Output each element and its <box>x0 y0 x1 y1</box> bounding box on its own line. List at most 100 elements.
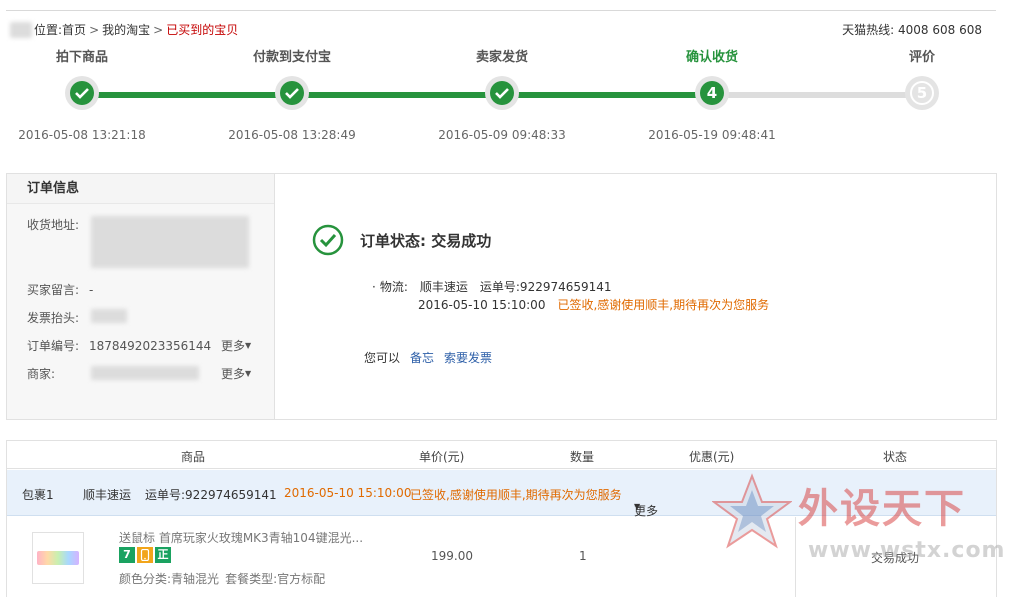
actions-label: 您可以 <box>364 351 401 365</box>
mobile-icon-badge[interactable] <box>137 547 153 563</box>
breadcrumb-current[interactable]: 已买到的宝贝 <box>166 21 238 38</box>
product-attributes: 颜色分类:青轴混光 套餐类型:官方标配 <box>119 570 325 587</box>
caret-down-icon: ▼ <box>634 502 641 511</box>
header-status: 状态 <box>883 450 908 464</box>
header-qty: 数量 <box>570 450 595 464</box>
package-carrier: 顺丰速运 <box>83 488 132 502</box>
carrier-name: 顺丰速运 <box>419 280 468 294</box>
logistics-latest: 2016-05-10 15:10:00 已签收,感谢使用顺丰,期待再次为您服务 <box>418 296 769 313</box>
order-status-section: 订单状态: 交易成功 · 物流: 顺丰速运 运单号:922974659141 2016… <box>276 174 996 419</box>
blurred-invoice <box>91 309 127 323</box>
goods-table: 商品 单价(元) 数量 优惠(元) 状态 包裹1 顺丰速运 运单号:922974… <box>6 440 997 597</box>
status-divider <box>795 517 796 597</box>
caret-down-icon: ▼ <box>245 341 252 350</box>
step-circle <box>275 76 309 110</box>
breadcrumb-separator: > <box>153 22 164 37</box>
step-label: 付款到支付宝 <box>252 50 331 65</box>
product-price: 199.00 <box>431 549 473 563</box>
header-goods: 商品 <box>181 450 206 464</box>
success-check-icon <box>312 224 344 256</box>
logistics-label: 物流: <box>379 280 408 294</box>
step-label: 卖家发货 <box>475 50 528 65</box>
progress-track-done <box>82 92 712 98</box>
buyer-message-label: 买家留言: <box>27 283 80 297</box>
order-progress: 拍下商品 付款到支付宝 卖家发货 确认收货 4 评价 5 2016-05-08 … <box>0 48 1010 148</box>
step-time: 2016-05-08 13:28:49 <box>228 128 356 142</box>
seller-row: 商家: <box>27 365 89 382</box>
blurred-prefix <box>10 21 32 38</box>
bullet-icon: · <box>372 280 376 294</box>
invoice-row: 发票抬头: <box>27 309 89 326</box>
order-no-label: 订单编号: <box>27 339 80 353</box>
attr-set-label: 套餐类型: <box>225 572 278 586</box>
attr-color-label: 颜色分类: <box>119 572 172 586</box>
request-invoice-link[interactable]: 索要发票 <box>444 351 492 365</box>
actions-row: 您可以 备忘 索要发票 <box>364 349 492 366</box>
order-status-text: 订单状态: 交易成功 <box>360 232 492 250</box>
check-icon <box>495 88 509 99</box>
attr-set-value: 官方标配 <box>277 572 326 586</box>
package-name: 包裹1 <box>22 488 54 502</box>
breadcrumb: 位置: 首页 > 我的淘宝 > 已买到的宝贝 <box>10 21 238 38</box>
step-confirm: 确认收货 4 <box>632 48 792 110</box>
logistics-row: · 物流: 顺丰速运 运单号:922974659141 <box>372 278 612 295</box>
order-panel: 订单信息 收货地址: 买家留言: - 发票抬头: 订单编号: 18784920233… <box>6 173 997 420</box>
step-circle: 5 <box>905 76 939 110</box>
seller-label: 商家: <box>27 367 56 381</box>
address-row: 收货地址: <box>27 216 89 233</box>
seven-day-return-badge[interactable]: 7 <box>119 547 135 563</box>
keyboard-image <box>37 551 79 565</box>
order-info-section: 订单信息 收货地址: 买家留言: - 发票抬头: 订单编号: 18784920233… <box>7 174 275 419</box>
buyer-message-value: - <box>89 283 94 297</box>
header-discount: 优惠(元) <box>689 450 735 464</box>
header-price: 单价(元) <box>419 450 465 464</box>
step-label: 评价 <box>908 50 935 65</box>
service-badges: 7 正 <box>119 547 173 563</box>
breadcrumb-prefix: 位置: <box>34 23 63 37</box>
product-title[interactable]: 送鼠标 首席玩家火玫瑰MK3青轴104键混光... <box>119 529 363 546</box>
attr-color-value: 青轴混光 <box>171 572 220 586</box>
logistics-time: 2016-05-10 15:10:00 <box>418 298 546 312</box>
step-circle <box>65 76 99 110</box>
step-label: 拍下商品 <box>55 50 108 65</box>
order-more-link[interactable]: 更多▼ <box>221 337 251 354</box>
order-no-row: 订单编号: 1878492023356144 <box>27 337 211 354</box>
genuine-badge[interactable]: 正 <box>155 547 171 563</box>
package-tracking: 运单号:922974659141 <box>145 488 277 502</box>
more-label: 更多 <box>221 367 246 381</box>
check-icon <box>75 88 89 99</box>
package-time: 2016-05-10 15:10:00 <box>284 486 412 500</box>
note-link[interactable]: 备忘 <box>410 351 434 365</box>
breadcrumb-separator: > <box>89 22 100 37</box>
package-row: 包裹1 顺丰速运 运单号:922974659141 2016-05-10 15:… <box>7 470 996 518</box>
more-label: 更多 <box>221 339 246 353</box>
seller-more-link[interactable]: 更多▼ <box>221 365 251 382</box>
breadcrumb-my-taobao[interactable]: 我的淘宝 <box>102 21 150 38</box>
tracking-number: 运单号:922974659141 <box>479 280 612 294</box>
product-thumbnail[interactable] <box>32 532 84 584</box>
step-review: 评价 5 <box>842 48 1002 110</box>
top-divider <box>6 10 996 11</box>
step-number: 5 <box>910 81 934 105</box>
caret-down-icon: ▼ <box>245 369 252 378</box>
package-message: 已签收,感谢使用顺丰,期待再次为您服务 <box>410 488 622 502</box>
product-status: 交易成功 <box>871 551 920 565</box>
step-time: 2016-05-19 09:48:41 <box>648 128 776 142</box>
step-place-order: 拍下商品 <box>2 48 162 110</box>
logistics-message: 已签收,感谢使用顺丰,期待再次为您服务 <box>557 298 770 312</box>
breadcrumb-home[interactable]: 首页 <box>62 21 86 38</box>
blurred-seller <box>91 366 199 380</box>
step-number: 4 <box>700 81 724 105</box>
table-row: 送鼠标 首席玩家火玫瑰MK3青轴104键混光... 7 正 颜色分类:青轴混光套… <box>7 517 996 597</box>
step-pay: 付款到支付宝 <box>212 48 372 110</box>
order-info-title: 订单信息 <box>7 174 274 204</box>
hotline-text: 天猫热线: 4008 608 608 <box>842 23 982 37</box>
step-time: 2016-05-08 13:21:18 <box>18 128 146 142</box>
order-no-value: 1878492023356144 <box>89 339 212 353</box>
step-circle <box>485 76 519 110</box>
phone-icon <box>140 548 150 562</box>
table-header: 商品 单价(元) 数量 优惠(元) 状态 <box>7 441 996 469</box>
step-time: 2016-05-09 09:48:33 <box>438 128 566 142</box>
blurred-address <box>91 216 249 268</box>
step-label: 确认收货 <box>685 50 738 65</box>
